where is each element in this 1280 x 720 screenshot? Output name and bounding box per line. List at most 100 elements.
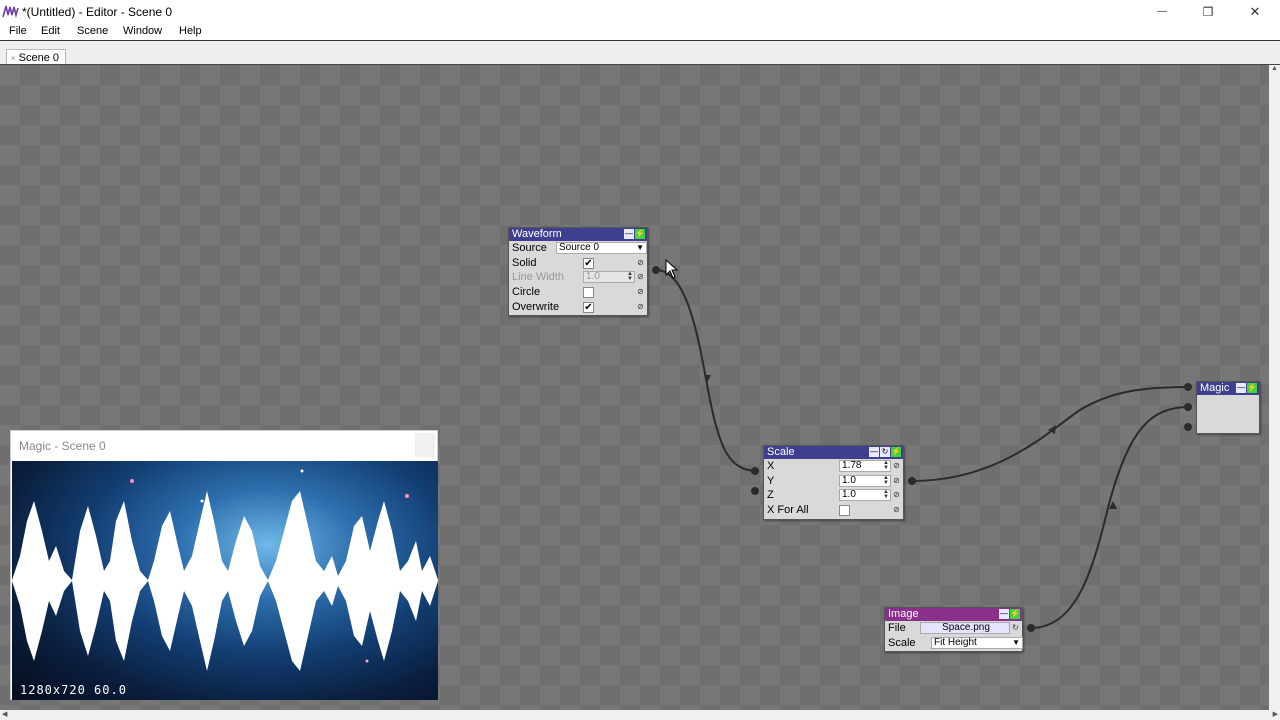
scale-input-port-z[interactable]	[751, 487, 759, 495]
link-icon[interactable]: ⊘	[892, 505, 901, 515]
x-label: X	[767, 460, 775, 472]
chevron-down-icon: ▼	[636, 243, 644, 252]
link-icon[interactable]: ⊘	[636, 302, 645, 312]
link-icon[interactable]: ⊘	[892, 461, 901, 471]
restore-button[interactable]: ❐	[1185, 0, 1231, 23]
menu-bar: File Edit Scene Window Help	[0, 23, 1280, 40]
scale-output-port[interactable]	[908, 477, 916, 485]
file-input[interactable]: Space.png	[920, 622, 1010, 634]
title-bar: *(Untitled) - Editor - Scene 0 — ❐ ✕	[0, 0, 1280, 23]
preview-render: 1280x720 60.0	[12, 461, 438, 700]
spinner-icon[interactable]: ▲ ▼	[883, 460, 889, 471]
x-input[interactable]: 1.78 ▲ ▼	[839, 460, 891, 472]
menu-help[interactable]: Help	[179, 25, 202, 37]
image-output-port[interactable]	[1027, 624, 1035, 632]
window-title: *(Untitled) - Editor - Scene 0	[22, 5, 173, 19]
scroll-up-icon[interactable]: ▲	[1271, 65, 1278, 72]
preview-window[interactable]: Magic - Scene 0 1280x720 60.0	[10, 430, 438, 700]
node-header[interactable]: Magic — ⚡	[1197, 382, 1259, 395]
line-width-value: 1.0	[586, 271, 600, 283]
mouse-cursor-icon	[665, 259, 679, 279]
waveform-render	[12, 469, 438, 671]
y-row: Y 1.0 ▲ ▼ ⊘	[764, 474, 903, 489]
magic-input-port-2[interactable]	[1184, 403, 1192, 411]
file-label: File	[888, 622, 906, 634]
link-icon[interactable]: ⊘	[892, 490, 901, 500]
node-title: Magic	[1200, 382, 1230, 394]
link-icon: ⊘	[637, 272, 644, 282]
overwrite-label: Overwrite	[512, 300, 560, 313]
vertical-scrollbar[interactable]: ▲	[1269, 65, 1280, 710]
file-value: Space.png	[942, 622, 990, 633]
enable-icon[interactable]: ⚡	[891, 447, 901, 457]
tab-strip: × Scene 0	[0, 40, 1280, 66]
solid-checkbox[interactable]: ✔	[583, 257, 594, 269]
menu-window[interactable]: Window	[123, 25, 162, 37]
minimize-icon[interactable]: —	[999, 609, 1009, 619]
minimize-icon[interactable]: —	[624, 229, 634, 239]
link-icon[interactable]: ⊘	[636, 287, 645, 297]
preview-close-button[interactable]	[415, 433, 435, 457]
file-row: File Space.png ↻	[885, 621, 1022, 636]
node-header[interactable]: Scale — ↻ ⚡	[764, 446, 903, 459]
image-scale-value: Fit Height	[934, 636, 977, 648]
node-header[interactable]: Image — ⚡	[885, 608, 1022, 621]
node-title: Scale	[767, 446, 795, 458]
node-title: Waveform	[512, 228, 562, 240]
image-node[interactable]: Image — ⚡ File Space.png ↻ Scale Fit Hei…	[884, 607, 1023, 652]
node-header[interactable]: Waveform — ⚡	[509, 228, 647, 241]
minimize-icon: —	[1157, 6, 1167, 17]
line-width-label: Line Width	[512, 271, 564, 284]
magic-input-port-1[interactable]	[1184, 383, 1192, 391]
source-value: Source 0	[559, 242, 600, 253]
magic-node[interactable]: Magic — ⚡	[1196, 381, 1260, 434]
x-for-all-checkbox[interactable]	[839, 505, 850, 517]
solid-label: Solid	[512, 256, 537, 269]
image-scale-dropdown[interactable]: Fit Height ▼	[931, 636, 1023, 649]
menu-scene[interactable]: Scene	[77, 25, 108, 37]
scale-input-port-x[interactable]	[751, 467, 759, 475]
x-for-all-row: X For All ⊘	[764, 503, 903, 518]
source-dropdown[interactable]: Source 0 ▼	[556, 242, 647, 254]
z-row: Z 1.0 ▲ ▼ ⊘	[764, 488, 903, 503]
horizontal-scrollbar[interactable]: ◀ ▶	[0, 710, 1280, 720]
check-icon: ✔	[584, 301, 593, 313]
z-input[interactable]: 1.0 ▲ ▼	[839, 489, 891, 502]
scale-node[interactable]: Scale — ↻ ⚡ X 1.78 ▲ ▼ ⊘ Y 1.0 ▲ ▼ ⊘ Z 1.0…	[763, 445, 904, 520]
update-icon[interactable]: ↻	[880, 447, 890, 457]
magic-input-port-3[interactable]	[1184, 423, 1192, 431]
circle-row: Circle ⊘	[509, 285, 647, 300]
menu-file[interactable]: File	[9, 25, 27, 37]
enable-icon[interactable]: ⚡	[1247, 383, 1257, 393]
enable-icon[interactable]: ⚡	[635, 229, 645, 239]
reload-icon[interactable]: ↻	[1011, 623, 1020, 633]
link-icon[interactable]: ⊘	[892, 476, 901, 486]
overwrite-row: Overwrite ✔ ⊘	[509, 300, 647, 315]
minimize-button[interactable]: —	[1139, 0, 1185, 23]
app-logo-icon	[2, 5, 19, 19]
preview-status: 1280x720 60.0	[20, 683, 127, 697]
waveform-output-port[interactable]	[652, 266, 660, 274]
solid-row: Solid ✔ ⊘	[509, 256, 647, 271]
minimize-icon[interactable]: —	[869, 447, 879, 457]
close-button[interactable]: ✕	[1232, 0, 1278, 23]
link-icon[interactable]: ⊘	[636, 258, 645, 268]
minimize-icon[interactable]: —	[1236, 383, 1246, 393]
preview-title: Magic - Scene 0	[19, 439, 106, 453]
restore-icon: ❐	[1202, 4, 1214, 19]
chevron-down-icon: ▼	[1012, 637, 1020, 647]
image-scale-row: Scale Fit Height ▼	[885, 636, 1023, 651]
spinner-icon[interactable]: ▲ ▼	[883, 489, 889, 500]
enable-icon[interactable]: ⚡	[1010, 609, 1020, 619]
image-scale-label: Scale	[888, 636, 916, 649]
scroll-left-icon[interactable]: ◀	[2, 710, 7, 718]
overwrite-checkbox[interactable]: ✔	[583, 301, 594, 313]
x-row: X 1.78 ▲ ▼ ⊘	[764, 459, 903, 474]
circle-checkbox[interactable]	[583, 287, 594, 299]
source-row: Source Source 0 ▼	[509, 241, 647, 256]
scroll-right-icon[interactable]: ▶	[1273, 710, 1278, 718]
waveform-node[interactable]: Waveform — ⚡ Source Source 0 ▼ Solid ✔ ⊘…	[508, 227, 648, 316]
spinner-icon[interactable]: ▲ ▼	[883, 475, 889, 486]
menu-edit[interactable]: Edit	[41, 25, 60, 37]
y-input[interactable]: 1.0 ▲ ▼	[839, 474, 891, 487]
